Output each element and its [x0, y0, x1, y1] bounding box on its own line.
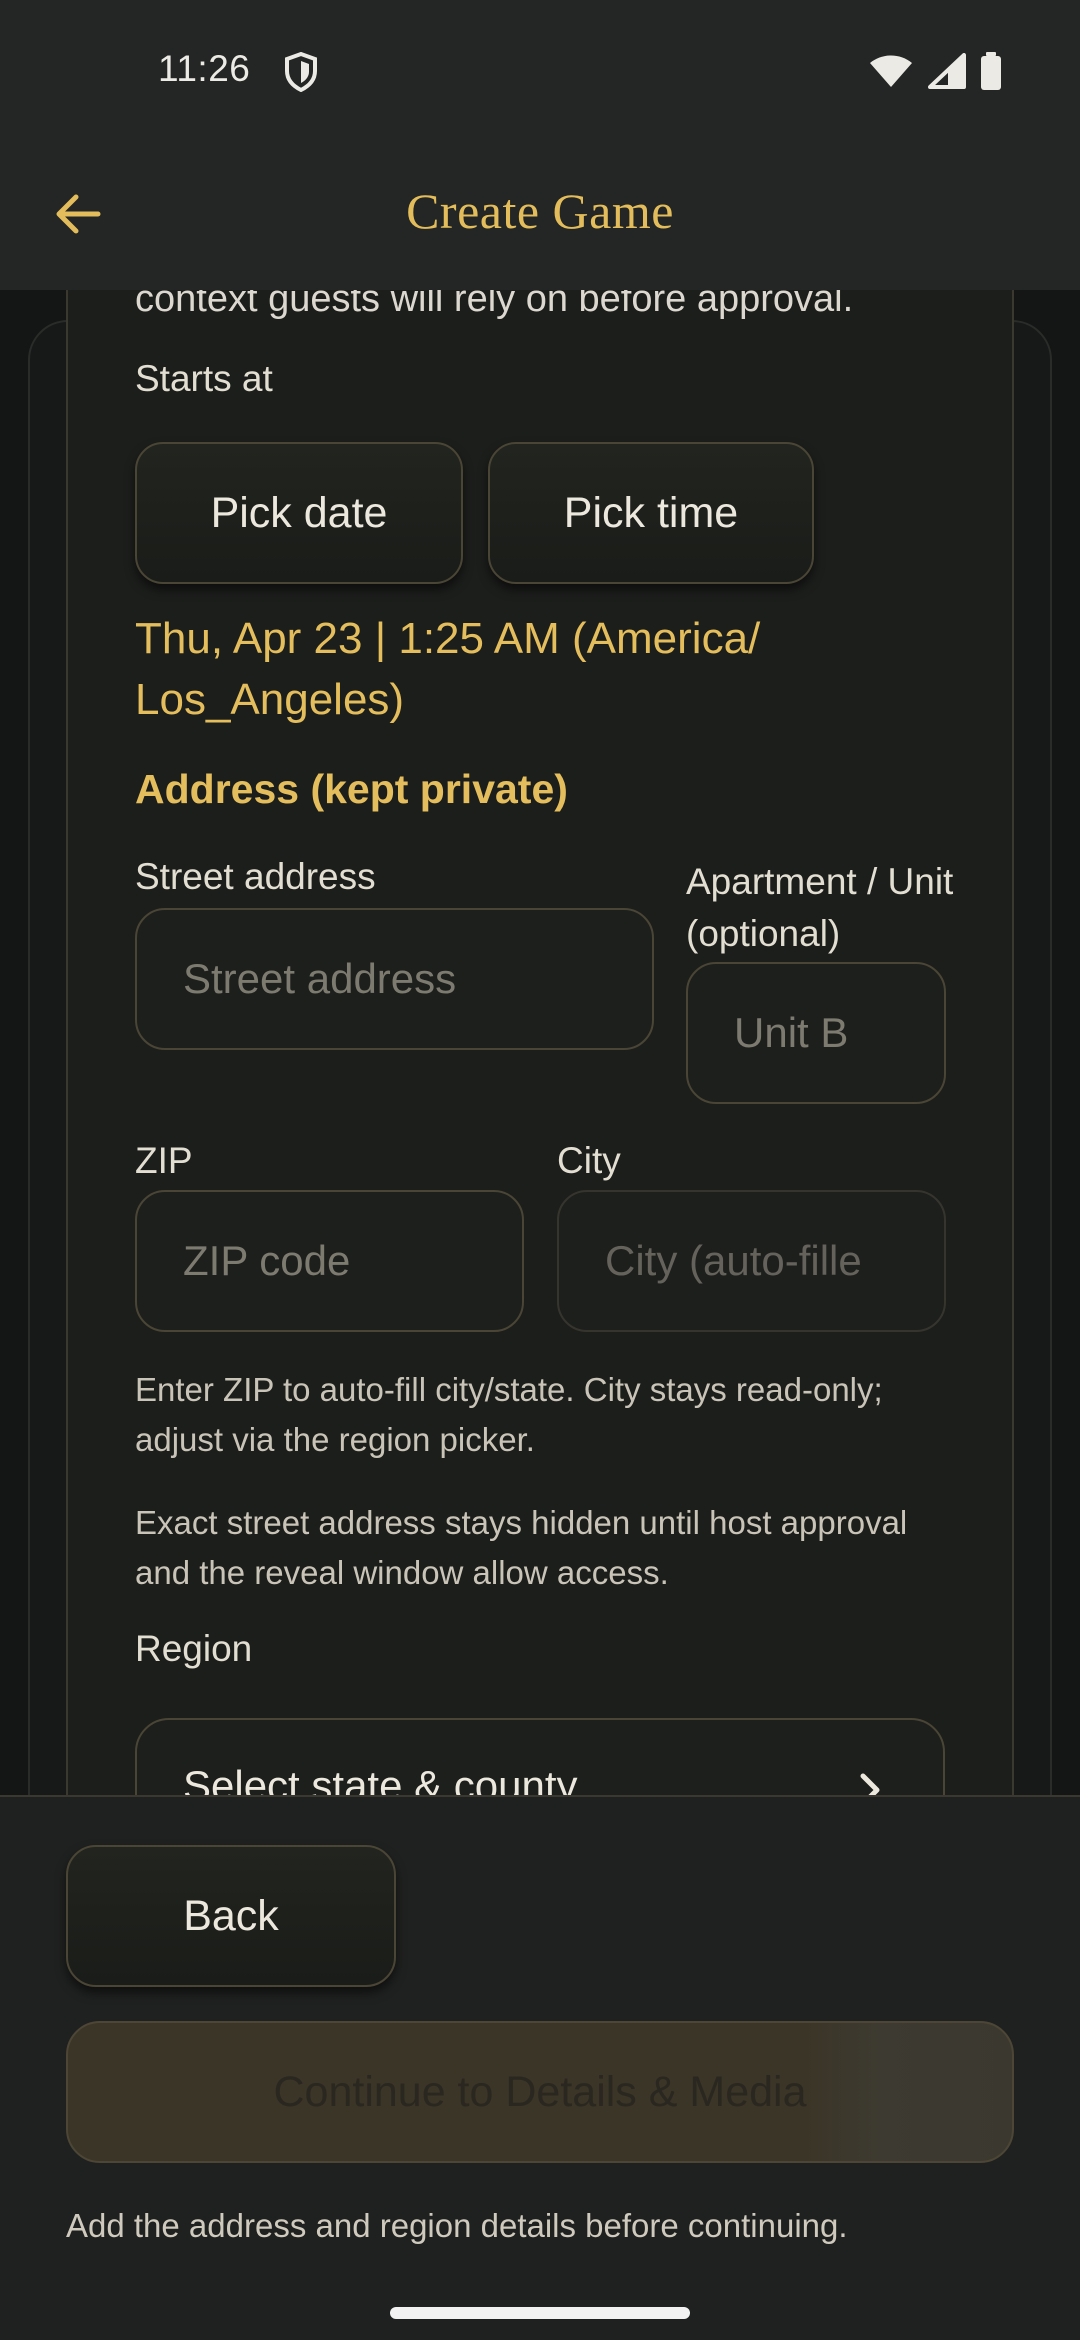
app-bar: Create Game [0, 140, 1080, 290]
street-address-label: Street address [135, 856, 376, 897]
form-scroll-area[interactable]: context guests will rely on before appro… [0, 290, 1080, 1795]
shield-icon [285, 52, 317, 92]
wifi-icon [870, 55, 912, 87]
home-indicator[interactable] [390, 2307, 690, 2319]
street-address-input[interactable]: Street address [135, 908, 654, 1050]
pick-time-button[interactable]: Pick time [488, 442, 814, 584]
status-time: 11:26 [158, 48, 251, 89]
continue-hint-text: Add the address and region details befor… [66, 2207, 848, 2244]
city-input: City (auto-fille [557, 1190, 946, 1332]
zip-input[interactable]: ZIP code [135, 1190, 524, 1332]
region-label: Region [135, 1628, 253, 1669]
address-section-title: Address (kept private) [135, 766, 568, 812]
city-label: City [557, 1140, 621, 1181]
battery-icon [981, 52, 1001, 90]
privacy-helper-text: Exact street address stays hidden until … [135, 1504, 908, 1591]
description-cut-text: context guests will rely on before appro… [135, 290, 854, 320]
signal-icon [928, 53, 966, 89]
pick-date-button[interactable]: Pick date [135, 442, 463, 584]
back-button[interactable]: Back [66, 1845, 396, 1987]
starts-at-label: Starts at [135, 358, 273, 399]
status-bar: 11:26 [0, 0, 1080, 140]
screen: 11:26 Create Game context guests will re… [0, 0, 1080, 2340]
region-select[interactable]: Select state & county [135, 1718, 945, 1795]
continue-button[interactable]: Continue to Details & Media [66, 2021, 1014, 2163]
status-icons [868, 52, 1002, 90]
chevron-right-icon [860, 1773, 880, 1795]
zip-label: ZIP [135, 1140, 193, 1181]
zip-helper-text: Enter ZIP to auto-fill city/state. City … [135, 1371, 883, 1458]
page-title: Create Game [406, 183, 674, 239]
bottom-action-bar: Back Continue to Details & Media Add the… [0, 1795, 1080, 2340]
selected-datetime: Thu, Apr 23 | 1:25 AM (America/ Los_Ange… [135, 614, 761, 724]
unit-input[interactable]: Unit B [686, 962, 946, 1104]
region-select-text: Select state & county [183, 1762, 578, 1795]
unit-label: Apartment / Unit (optional) [686, 861, 954, 954]
